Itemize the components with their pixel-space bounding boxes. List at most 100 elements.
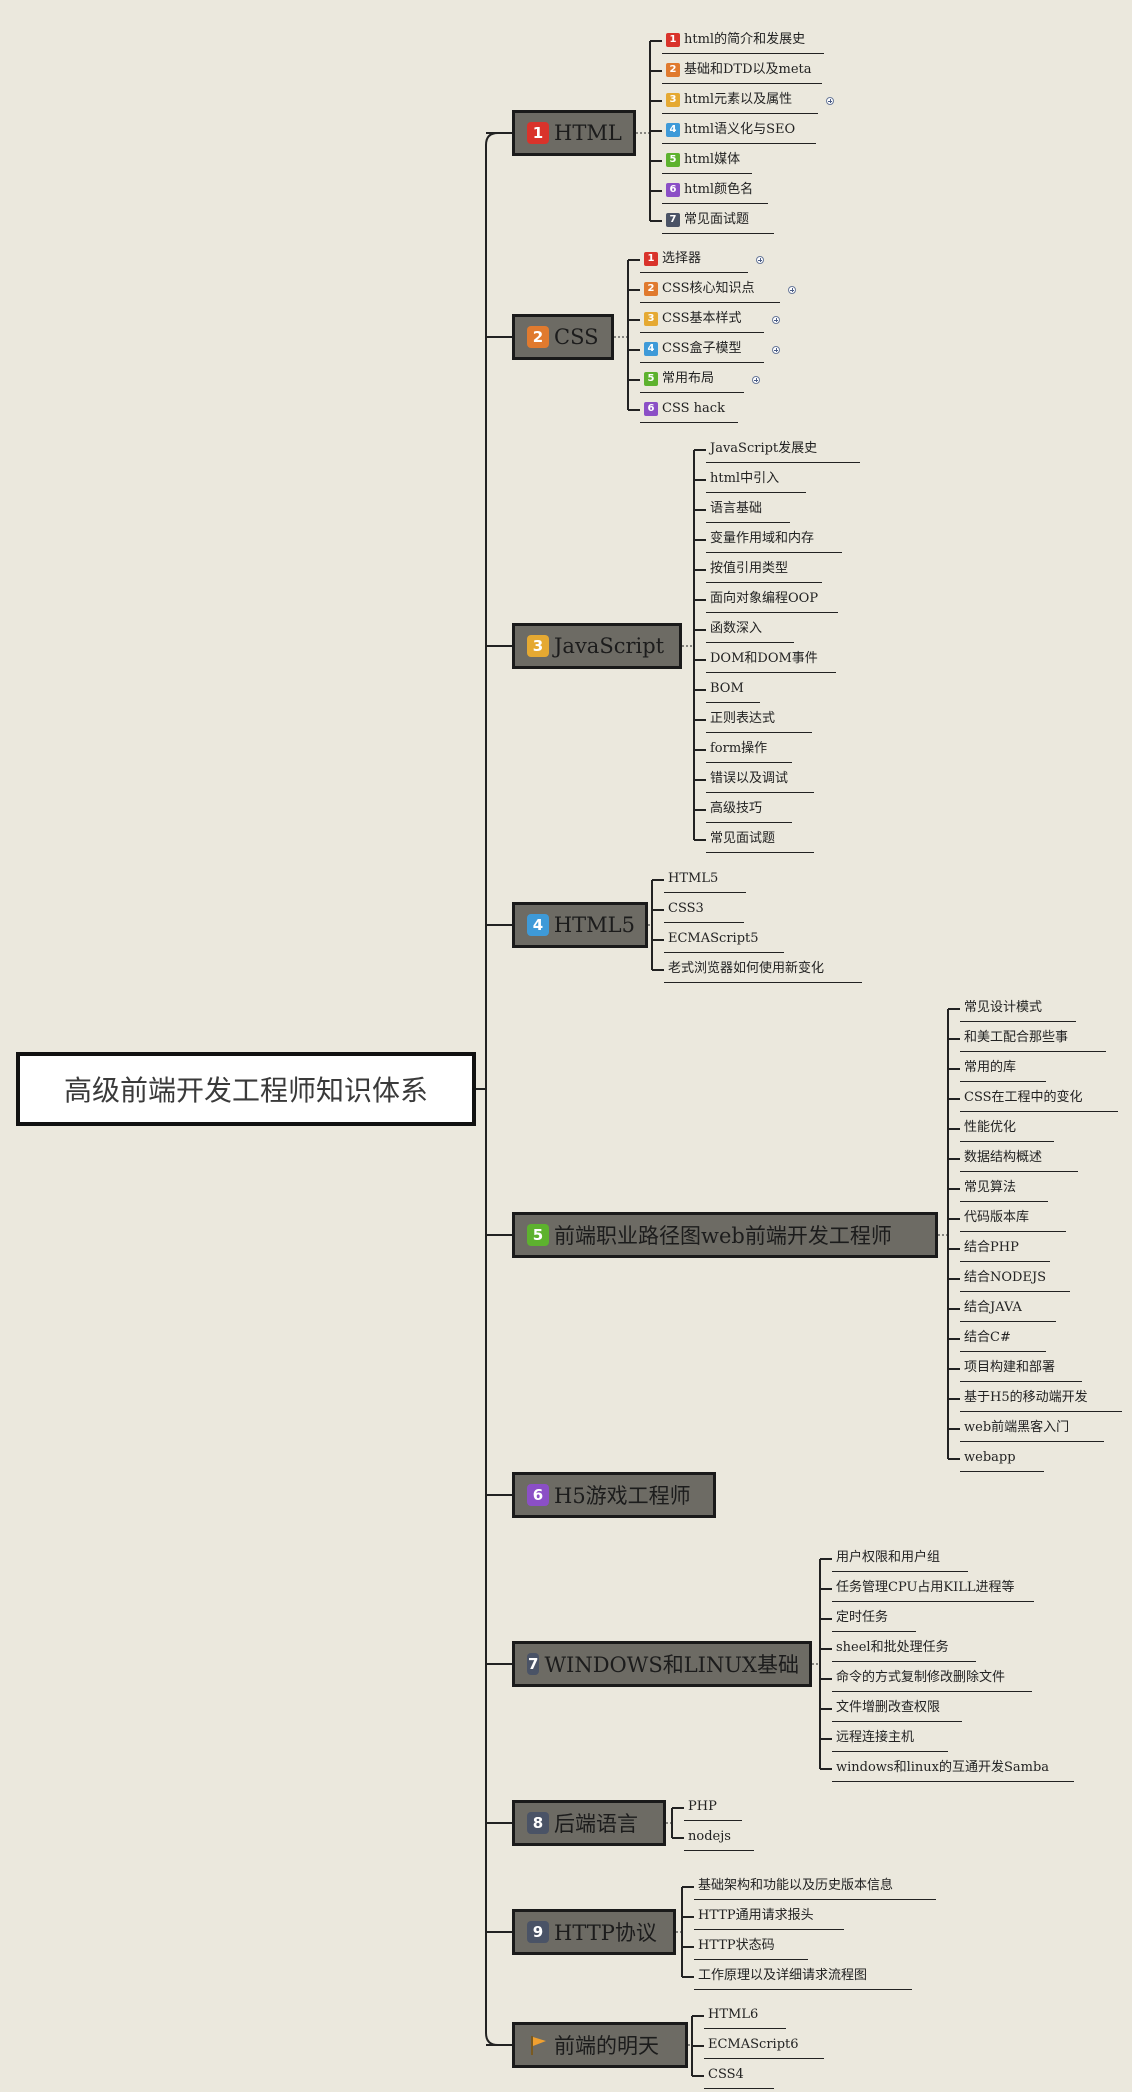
subtopic-item[interactable]: 2 CSS核心知识点 (640, 277, 780, 303)
priority-badge: 5 (527, 1224, 549, 1246)
subtopic-item[interactable]: 7 常见面试题 (662, 208, 774, 234)
subtopic-item[interactable]: 基于H5的移动端开发 (960, 1386, 1122, 1412)
subtopic-item[interactable]: ECMAScript5 (664, 927, 784, 953)
expand-plus-icon[interactable] (772, 316, 780, 324)
subtopic-item[interactable]: CSS4 (704, 2063, 774, 2089)
subtopic-label: 任务管理CPU占用KILL进程等 (836, 1580, 1015, 1595)
root-topic[interactable]: 高级前端开发工程师知识体系 (16, 1052, 476, 1126)
branch-topic-5[interactable]: 5 前端职业路径图web前端开发工程师 (512, 1212, 938, 1258)
subtopic-item[interactable]: 4 CSS盒子模型 (640, 337, 764, 363)
subtopic-item[interactable]: 定时任务 (832, 1606, 916, 1632)
subtopic-item[interactable]: 错误以及调试 (706, 767, 814, 793)
branch-topic-7[interactable]: 7 WINDOWS和LINUX基础 (512, 1641, 812, 1687)
subtopic-item[interactable]: 3 html元素以及属性 (662, 88, 818, 114)
subtopic-item[interactable]: 按值引用类型 (706, 557, 822, 583)
subtopic-item[interactable]: 常用的库 (960, 1056, 1046, 1082)
subtopic-label: 代码版本库 (964, 1210, 1030, 1225)
subtopic-label: 远程连接主机 (836, 1730, 915, 1745)
subtopic-item[interactable]: 项目构建和部署 (960, 1356, 1082, 1382)
subtopic-item[interactable]: 6 html颜色名 (662, 178, 768, 204)
subtopic-item[interactable]: 常见算法 (960, 1176, 1048, 1202)
branch-topic-9[interactable]: 9 HTTP协议 (512, 1909, 676, 1955)
subtopic-item[interactable]: 常见设计模式 (960, 996, 1076, 1022)
subtopic-item[interactable]: 4 html语义化与SEO (662, 118, 816, 144)
priority-badge: 4 (644, 342, 658, 356)
subtopic-item[interactable]: web前端黑客入门 (960, 1416, 1104, 1442)
subtopic-item[interactable]: CSS3 (664, 897, 744, 923)
subtopic-item[interactable]: HTTP通用请求报头 (694, 1904, 844, 1930)
subtopic-item[interactable]: 任务管理CPU占用KILL进程等 (832, 1576, 1034, 1602)
subtopic-label: ECMAScript6 (708, 2037, 799, 2052)
subtopic-item[interactable]: sheel和批处理任务 (832, 1636, 976, 1662)
subtopic-item[interactable]: PHP (684, 1795, 742, 1821)
expand-plus-icon[interactable] (788, 286, 796, 294)
subtopic-item[interactable]: 语言基础 (706, 497, 790, 523)
subtopic-item[interactable]: 工作原理以及详细请求流程图 (694, 1964, 912, 1990)
subtopic-item[interactable]: HTML6 (704, 2003, 786, 2029)
subtopic-label: 项目构建和部署 (964, 1360, 1056, 1375)
subtopic-item[interactable]: 2 基础和DTD以及meta (662, 58, 822, 84)
subtopic-item[interactable]: DOM和DOM事件 (706, 647, 836, 673)
branch-topic-8[interactable]: 8 后端语言 (512, 1800, 666, 1846)
subtopic-item[interactable]: 5 html媒体 (662, 148, 752, 174)
subtopic-item[interactable]: 函数深入 (706, 617, 794, 643)
expand-plus-icon[interactable] (772, 346, 780, 354)
subtopic-item[interactable]: HTML5 (664, 867, 746, 893)
subtopic-item[interactable]: 常见面试题 (706, 827, 814, 853)
mind-map-canvas: 高级前端开发工程师知识体系 1 HTML 1 html的简介和发展史 2 基础和DTD以及… (0, 0, 1132, 2092)
subtopic-item[interactable]: CSS在工程中的变化 (960, 1086, 1118, 1112)
subtopic-label: 基础和DTD以及meta (684, 62, 812, 77)
subtopic-item[interactable]: 结合PHP (960, 1236, 1050, 1262)
branch-topic-4[interactable]: 4 HTML5 (512, 902, 648, 948)
subtopic-item[interactable]: BOM (706, 677, 760, 703)
subtopic-item[interactable]: 文件增删改查权限 (832, 1696, 962, 1722)
subtopic-item[interactable]: form操作 (706, 737, 792, 763)
subtopic-item[interactable]: 用户权限和用户组 (832, 1546, 968, 1572)
subtopic-label: 结合PHP (964, 1240, 1019, 1255)
subtopic-item[interactable]: 正则表达式 (706, 707, 812, 733)
subtopic-item[interactable]: 高级技巧 (706, 797, 792, 823)
subtopic-item[interactable]: 1 选择器 (640, 247, 748, 273)
priority-badge: 3 (644, 312, 658, 326)
subtopic-item[interactable]: 结合NODEJS (960, 1266, 1070, 1292)
subtopic-item[interactable]: 结合JAVA (960, 1296, 1056, 1322)
subtopic-item[interactable]: HTTP状态码 (694, 1934, 808, 1960)
branch-topic-10[interactable]: 前端的明天 (512, 2022, 688, 2068)
branch-topic-2[interactable]: 2 CSS (512, 314, 614, 360)
subtopic-item[interactable]: 命令的方式复制修改删除文件 (832, 1666, 1032, 1692)
subtopic-item[interactable]: 面向对象编程OOP (706, 587, 838, 613)
subtopic-label: 正则表达式 (710, 711, 776, 726)
subtopic-item[interactable]: 远程连接主机 (832, 1726, 948, 1752)
expand-plus-icon[interactable] (756, 256, 764, 264)
subtopic-item[interactable]: 6 CSS hack (640, 397, 738, 423)
subtopic-item[interactable]: JavaScript发展史 (706, 437, 860, 463)
subtopic-item[interactable]: webapp (960, 1446, 1044, 1472)
expand-plus-icon[interactable] (752, 376, 760, 384)
subtopic-label: CSS3 (668, 901, 704, 916)
priority-badge: 9 (527, 1921, 549, 1943)
subtopic-label: HTML5 (668, 871, 719, 886)
subtopic-item[interactable]: nodejs (684, 1825, 754, 1851)
subtopic-item[interactable]: 老式浏览器如何使用新变化 (664, 957, 862, 983)
subtopic-label: CSS在工程中的变化 (964, 1090, 1083, 1105)
branch-topic-1[interactable]: 1 HTML (512, 110, 636, 156)
subtopic-item[interactable]: 变量作用域和内存 (706, 527, 842, 553)
subtopic-item[interactable]: 性能优化 (960, 1116, 1054, 1142)
subtopic-label: 常见面试题 (710, 831, 776, 846)
subtopic-item[interactable]: 3 CSS基本样式 (640, 307, 764, 333)
priority-badge: 7 (666, 213, 680, 227)
expand-plus-icon[interactable] (826, 97, 834, 105)
subtopic-item[interactable]: html中引入 (706, 467, 806, 493)
subtopic-item[interactable]: ECMAScript6 (704, 2033, 824, 2059)
subtopic-label: sheel和批处理任务 (836, 1640, 949, 1655)
subtopic-item[interactable]: 基础架构和功能以及历史版本信息 (694, 1874, 936, 1900)
subtopic-item[interactable]: 数据结构概述 (960, 1146, 1078, 1172)
subtopic-item[interactable]: windows和linux的互通开发Samba (832, 1756, 1074, 1782)
branch-topic-6[interactable]: 6 H5游戏工程师 (512, 1472, 716, 1518)
subtopic-item[interactable]: 和美工配合那些事 (960, 1026, 1106, 1052)
subtopic-item[interactable]: 1 html的简介和发展史 (662, 28, 824, 54)
subtopic-item[interactable]: 5 常用布局 (640, 367, 744, 393)
subtopic-item[interactable]: 代码版本库 (960, 1206, 1066, 1232)
subtopic-item[interactable]: 结合C# (960, 1326, 1046, 1352)
branch-topic-3[interactable]: 3 JavaScript (512, 623, 682, 669)
